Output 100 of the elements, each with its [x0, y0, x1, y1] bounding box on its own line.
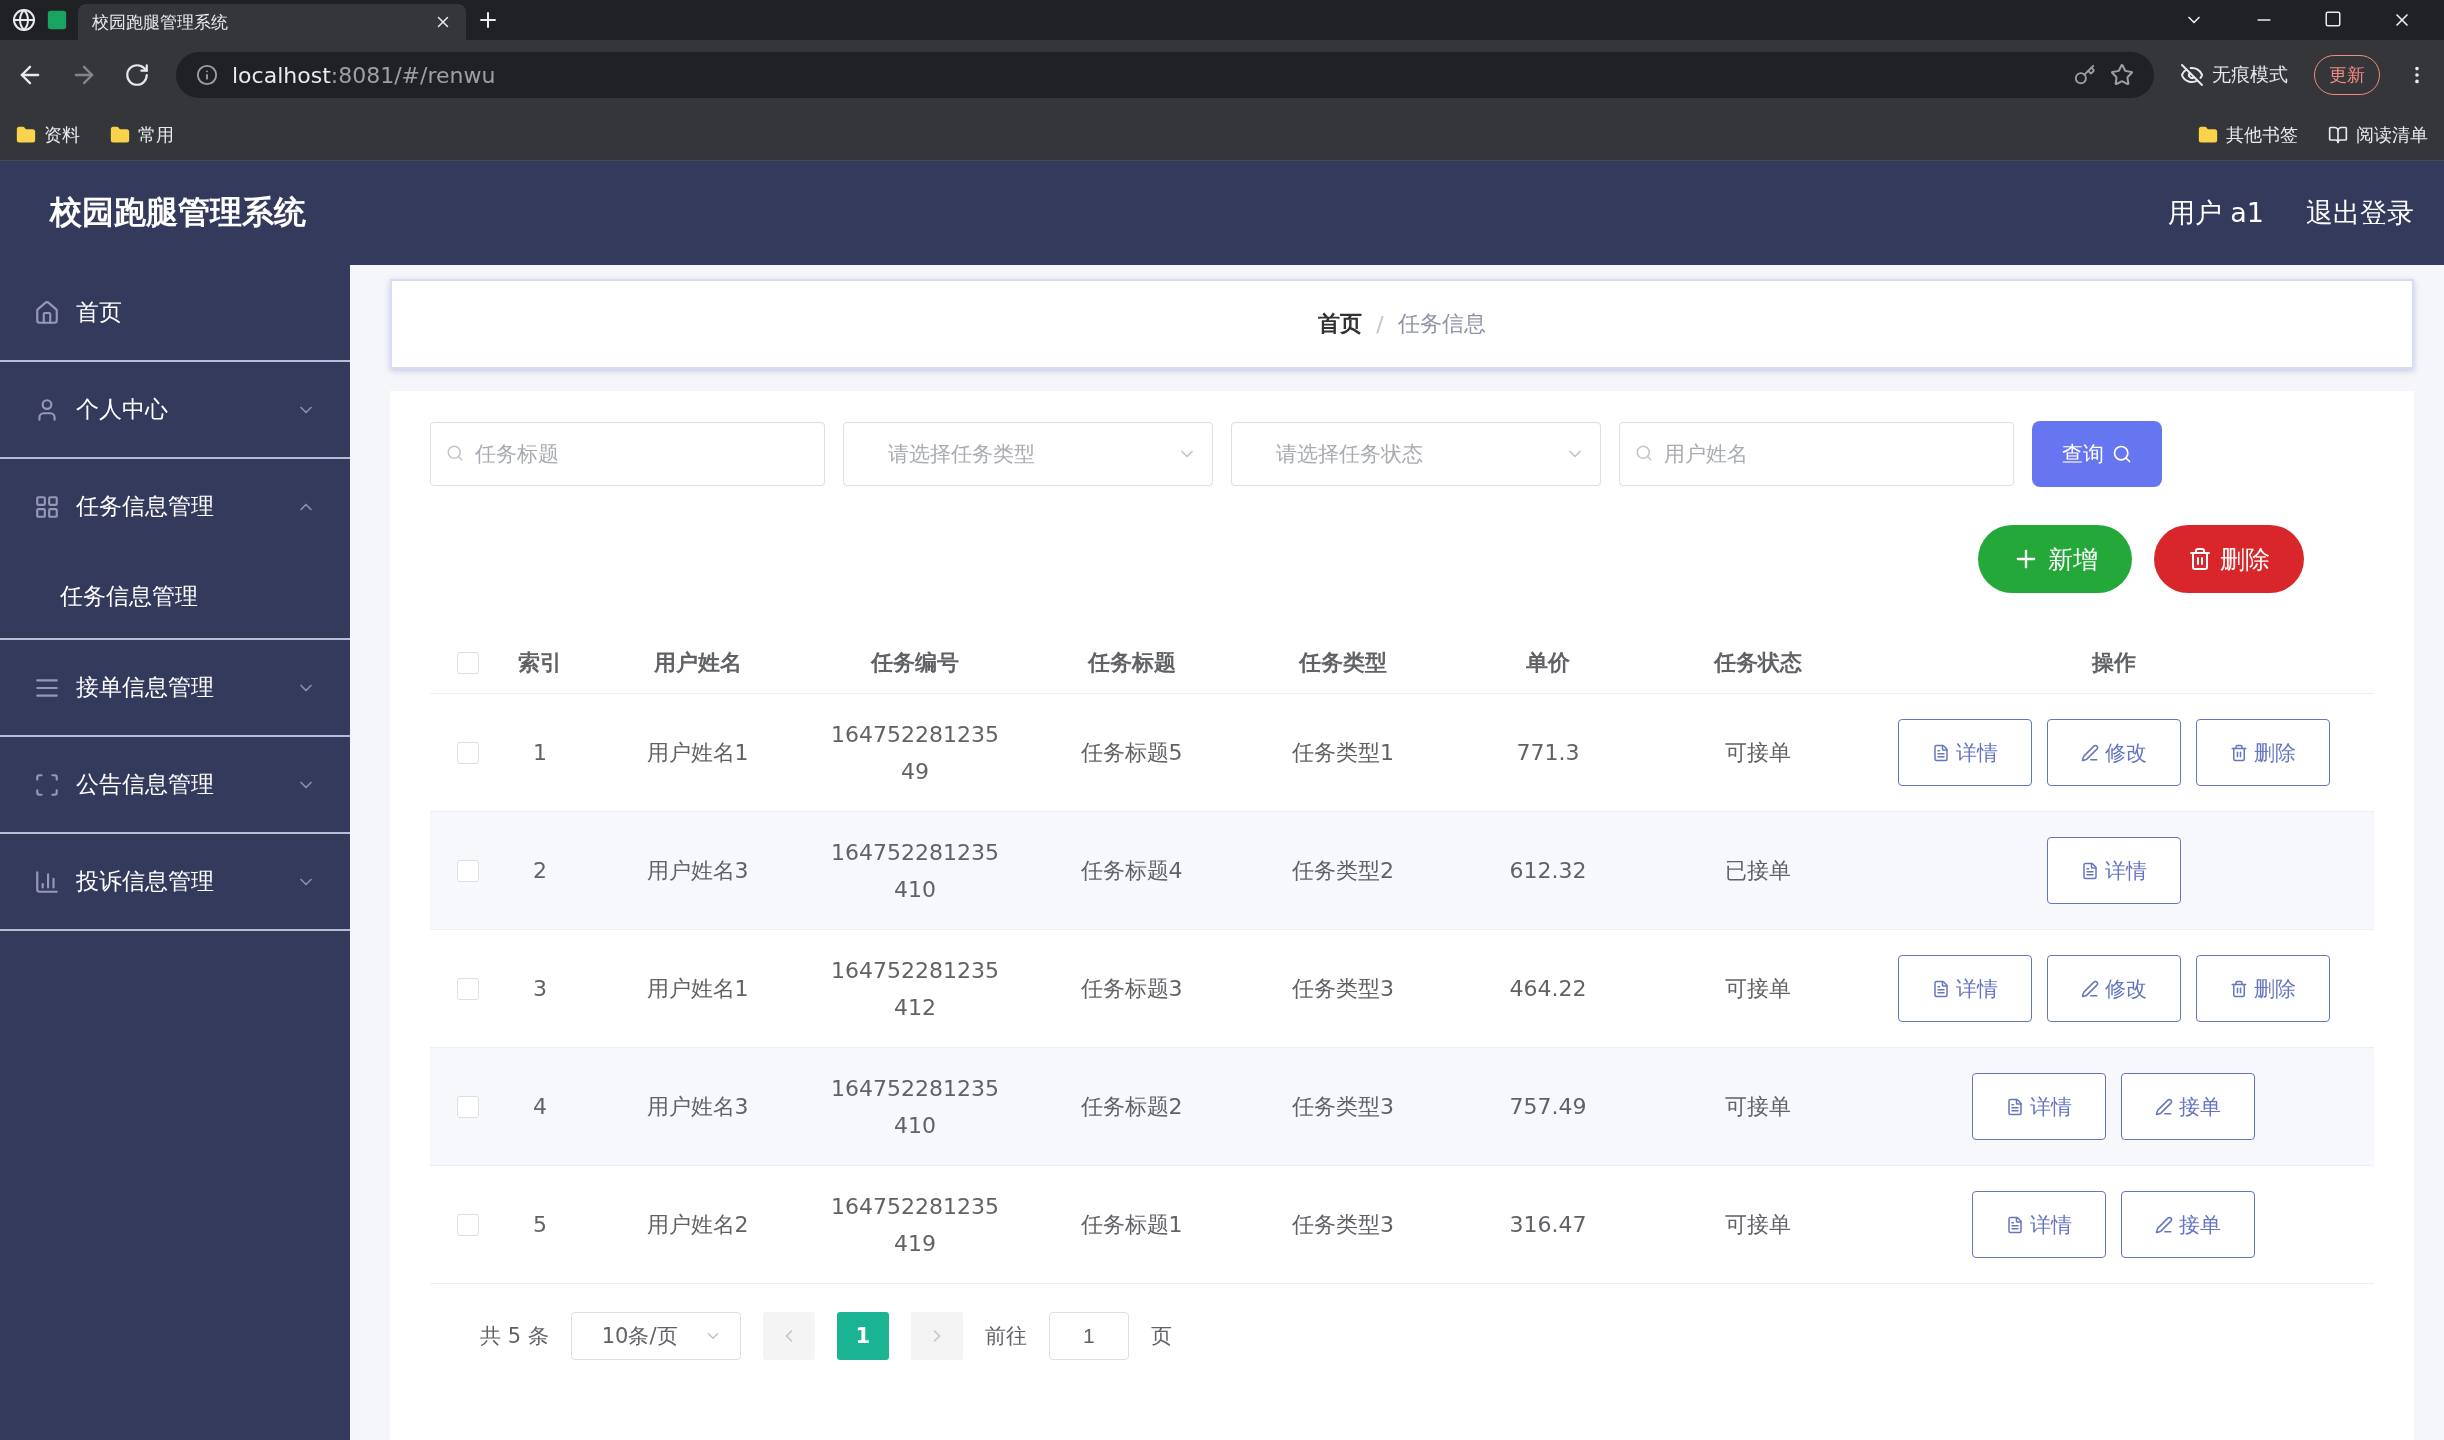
edit-button[interactable]: 修改 [2046, 955, 2181, 1022]
trash-icon [2188, 547, 2212, 571]
book-icon [2328, 125, 2348, 145]
star-icon[interactable] [2110, 63, 2134, 87]
select-field[interactable]: 请选择任务状态 [1231, 422, 1601, 486]
table-cell-text: 已接单 [1724, 857, 1792, 885]
table-cell-text: 任务类型3 [1291, 1093, 1395, 1121]
home-icon [34, 299, 60, 326]
reading-list[interactable]: 阅读清单 [2328, 123, 2428, 147]
column-header: 操作 [2090, 649, 2137, 677]
column-header: 任务状态 [1712, 649, 1803, 677]
column-header: 任务标题 [1086, 649, 1177, 677]
table-cell-text: 771.3 [1515, 739, 1581, 767]
key-icon[interactable] [2074, 64, 2096, 86]
row-checkbox[interactable] [456, 977, 479, 1000]
detail-button[interactable]: 详情 [1972, 1073, 2106, 1140]
detail-button[interactable]: 详情 [1972, 1191, 2106, 1258]
table-cell-text: 用户姓名2 [645, 1211, 750, 1239]
table-cell-text: 可接单 [1724, 739, 1792, 767]
row-checkbox[interactable] [456, 741, 479, 764]
select-all-checkbox[interactable] [456, 652, 479, 674]
restore-icon[interactable] [2324, 10, 2342, 28]
menu-label[interactable]: 接单信息管理 [76, 672, 214, 703]
query-button[interactable]: 查询 [2032, 421, 2162, 487]
delete-button[interactable]: 删除 [2154, 525, 2304, 593]
page-input[interactable]: 1 [1048, 1312, 1129, 1360]
table-cell-text: 164752281235 410 [830, 1074, 1000, 1140]
input-field[interactable]: 用户姓名 [1619, 422, 2014, 486]
submenu-item[interactable]: 任务信息管理 [0, 554, 350, 638]
incognito-icon [2180, 63, 2204, 87]
column-header: 任务编号 [869, 649, 960, 677]
menu-label[interactable]: 任务信息管理 [76, 491, 214, 522]
document-icon [1931, 743, 1950, 762]
input-field[interactable]: 任务标题 [430, 422, 825, 486]
incognito-label[interactable]: 无痕模式 [2212, 62, 2288, 88]
search-icon [2112, 444, 2132, 464]
table-cell-text: 任务标题1 [1079, 1211, 1184, 1239]
table-cell-text: 757.49 [1508, 1093, 1588, 1121]
column-header: 索引 [517, 649, 563, 677]
menu-label[interactable]: 公告信息管理 [76, 769, 214, 800]
select-field[interactable]: 请选择任务类型 [843, 422, 1213, 486]
table-cell-text: 464.22 [1508, 975, 1588, 1003]
total-count: 共 5 条 [480, 1323, 549, 1350]
pen-icon [2080, 743, 2099, 762]
detail-button[interactable]: 详情 [1897, 955, 2032, 1022]
bookmark-folder[interactable]: 常用 [110, 123, 174, 147]
table-cell-text: 164752281235 410 [830, 838, 1000, 904]
table-cell-text: 用户姓名1 [645, 739, 750, 767]
breadcrumb-separator: / [1376, 311, 1384, 337]
table-cell-text: 任务标题3 [1079, 975, 1184, 1003]
table-cell-text: 任务类型1 [1291, 739, 1395, 767]
menu-label[interactable]: 首页 [76, 297, 122, 328]
table-cell-text: 可接单 [1724, 1093, 1792, 1121]
breadcrumb-item[interactable]: 首页 [1318, 309, 1363, 339]
table-cell-text: 任务类型3 [1291, 1211, 1395, 1239]
address-bar[interactable]: localhost:8081/#/renwu [176, 52, 2154, 98]
column-header: 单价 [1525, 649, 1571, 677]
row-checkbox[interactable] [456, 1213, 479, 1236]
table-cell-text: 可接单 [1724, 1211, 1792, 1239]
page-size-select[interactable]: 10条/页 [570, 1312, 741, 1360]
page-suffix: 页 [1150, 1323, 1172, 1350]
edit-button[interactable]: 修改 [2046, 719, 2181, 786]
grid-icon [34, 493, 60, 520]
bookmark-folder[interactable]: 其他书签 [2198, 123, 2298, 147]
menu-label[interactable]: 个人中心 [76, 394, 168, 425]
table-cell-text: 4 [532, 1093, 548, 1121]
document-icon [2080, 861, 2099, 880]
table-cell-text: 用户姓名3 [645, 857, 750, 885]
document-icon [2006, 1215, 2024, 1234]
goto-label: 前往 [984, 1323, 1027, 1350]
search-icon [1635, 444, 1653, 462]
accept-button[interactable]: 接单 [2121, 1191, 2255, 1258]
document-icon [2006, 1097, 2024, 1116]
folder-icon [16, 125, 36, 145]
detail-button[interactable]: 详情 [1897, 719, 2032, 786]
folder-icon [110, 125, 130, 145]
bar-chart-icon [34, 868, 60, 895]
detail-button[interactable]: 详情 [2046, 837, 2181, 904]
table-cell-text: 任务标题5 [1079, 739, 1184, 767]
app-title: 校园跑腿管理系统 [50, 192, 306, 233]
menu-label[interactable]: 投诉信息管理 [76, 866, 214, 897]
reload-icon[interactable] [124, 62, 150, 88]
trash-icon [2229, 743, 2248, 762]
frame-icon [34, 771, 60, 798]
bookmark-folder[interactable]: 资料 [16, 123, 80, 147]
accept-button[interactable]: 接单 [2121, 1073, 2255, 1140]
logout-link[interactable]: 退出登录 [2306, 195, 2414, 231]
table-cell-text: 用户姓名1 [645, 975, 750, 1003]
delete-button[interactable]: 删除 [2195, 955, 2330, 1022]
row-checkbox[interactable] [456, 1095, 479, 1118]
browser-tab[interactable]: 校园跑腿管理系统 [78, 4, 466, 40]
table-cell-text: 5 [532, 1211, 548, 1239]
add-button[interactable]: 新增 [1978, 525, 2132, 593]
table-cell-text: 1 [532, 739, 548, 767]
row-checkbox[interactable] [456, 859, 479, 882]
delete-button[interactable]: 删除 [2195, 719, 2330, 786]
table-cell-text: 任务类型3 [1291, 975, 1395, 1003]
document-icon [1931, 979, 1950, 998]
table-cell-text: 可接单 [1724, 975, 1792, 1003]
trash-icon [2229, 979, 2248, 998]
